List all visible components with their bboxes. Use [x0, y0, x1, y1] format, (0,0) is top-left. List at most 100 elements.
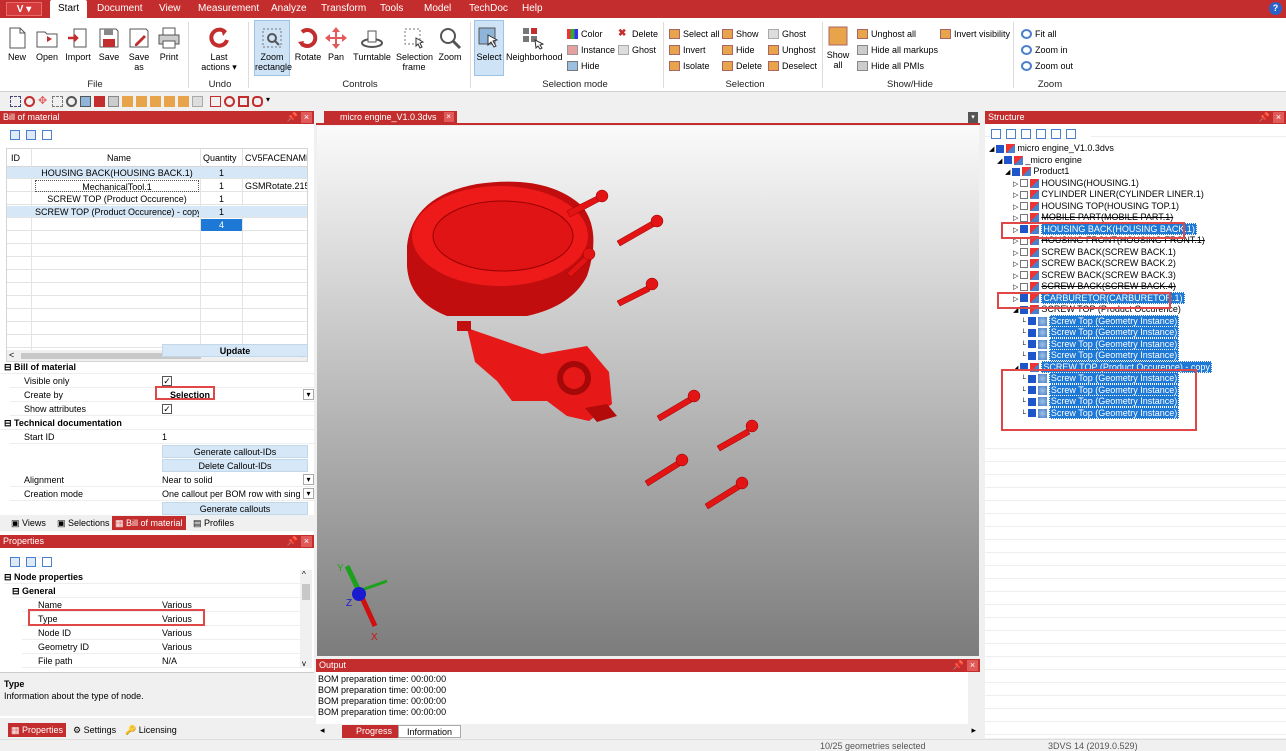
print-button[interactable]: Print: [156, 26, 182, 62]
expand-toggle-icon[interactable]: ◢: [1005, 169, 1012, 176]
pan-button[interactable]: Pan: [324, 26, 348, 62]
tree-item[interactable]: └ Screw Top (Geometry Instance): [1021, 326, 1180, 338]
tree-item[interactable]: └ Screw Top (Geometry Instance): [1021, 337, 1180, 350]
isolate-button[interactable]: Isolate: [669, 60, 710, 72]
expand-toggle-icon[interactable]: ▷: [1013, 181, 1020, 188]
close-icon[interactable]: ×: [967, 660, 978, 671]
visibility-checkbox[interactable]: [1027, 351, 1036, 360]
filter-icon[interactable]: [1066, 129, 1076, 139]
show-attributes-checkbox[interactable]: ✓: [162, 404, 172, 414]
section-node-properties[interactable]: ⊟ Node properties: [4, 570, 300, 584]
tab-settings[interactable]: ⚙ Settings: [70, 723, 119, 737]
visibility-checkbox[interactable]: [1027, 340, 1036, 349]
tab-views[interactable]: ▣ Views: [8, 516, 49, 530]
tree-view-icon[interactable]: [1051, 129, 1061, 139]
table-row[interactable]: SCREW TOP (Product Occurence) 1: [7, 193, 307, 205]
pin-icon[interactable]: 📌: [1259, 111, 1270, 124]
last-actions-button[interactable]: Last actions ▾: [196, 26, 242, 72]
table-icon[interactable]: [42, 130, 52, 140]
expand-toggle-icon[interactable]: ▷: [1013, 250, 1020, 257]
tab-scroll-left-icon[interactable]: ◂: [320, 725, 325, 736]
show-button[interactable]: Show: [722, 28, 759, 40]
rotate-button[interactable]: Rotate: [294, 26, 322, 62]
tree-item[interactable]: ▷ CYLINDER LINER(CYLINDER LINER.1): [1013, 189, 1204, 200]
expand-toggle-icon[interactable]: ▷: [1013, 261, 1020, 268]
vertical-scrollbar[interactable]: ^ v: [300, 570, 312, 668]
tree-item[interactable]: └ Screw Top (Geometry Instance): [1021, 314, 1180, 327]
tab-selections[interactable]: ▣ Selections: [54, 516, 113, 530]
carburetor-part[interactable]: [457, 321, 617, 422]
tree-item[interactable]: └ Screw Top (Geometry Instance): [1021, 349, 1180, 361]
collapse-icon[interactable]: [1036, 129, 1046, 139]
col-header-id[interactable]: ID: [11, 152, 20, 164]
update-button[interactable]: Update: [162, 344, 308, 357]
visibility-checkbox[interactable]: [1020, 190, 1029, 199]
delete-button[interactable]: Delete: [722, 60, 762, 72]
alignment-select[interactable]: Near to solid: [162, 473, 213, 487]
rectangle-icon[interactable]: [238, 96, 249, 107]
table-row[interactable]: MechanicalTool.1 1 GSMRotate.2150: [7, 180, 307, 192]
visibility-checkbox[interactable]: [996, 144, 1005, 153]
zoom-out-button[interactable]: Zoom out: [1021, 60, 1073, 72]
menu-transform[interactable]: Transform: [321, 0, 366, 18]
visibility-checkbox[interactable]: [1012, 167, 1021, 176]
menu-analyze[interactable]: Analyze: [271, 0, 307, 18]
menu-help[interactable]: Help: [522, 0, 543, 18]
ghost-icon[interactable]: [192, 96, 203, 107]
table-row[interactable]: SCREW TOP (Product Occurence) - copy 1: [7, 206, 307, 218]
deselect-button[interactable]: Deselect: [768, 60, 817, 72]
vertical-scrollbar[interactable]: [968, 672, 980, 724]
zoom-in-button[interactable]: Zoom in: [1021, 44, 1068, 56]
visible-only-checkbox[interactable]: ✓: [162, 376, 172, 386]
menu-model[interactable]: Model: [424, 0, 451, 18]
start-id-input[interactable]: 1: [162, 430, 167, 444]
visibility-checkbox[interactable]: [1027, 328, 1036, 337]
zoom-rect-icon[interactable]: [10, 96, 21, 107]
chevron-down-icon[interactable]: ▾: [303, 389, 314, 400]
tab-list-icon[interactable]: ▾: [968, 112, 978, 123]
zoom-rectangle-button[interactable]: Zoom rectangle: [254, 20, 292, 76]
collapse-section-icon[interactable]: ⊟: [12, 586, 22, 596]
chevron-down-icon[interactable]: ▾: [303, 474, 314, 485]
visibility-checkbox[interactable]: [1020, 213, 1029, 222]
chevron-down-icon[interactable]: ▾: [303, 488, 314, 499]
section-bom[interactable]: ⊟ Bill of material: [0, 360, 314, 374]
close-icon[interactable]: ×: [301, 536, 312, 547]
delete-callout-ids-button[interactable]: Delete Callout-IDs: [162, 459, 308, 472]
generate-callout-ids-button[interactable]: Generate callout-IDs: [162, 445, 308, 458]
circle-icon[interactable]: [224, 96, 235, 107]
menu-techdoc[interactable]: TechDoc: [469, 0, 508, 18]
screw-part[interactable]: [644, 453, 689, 487]
expand-toggle-icon[interactable]: └: [1021, 330, 1028, 337]
expand-toggle-icon[interactable]: ▷: [1013, 238, 1020, 245]
tab-profiles[interactable]: ▤ Profiles: [190, 516, 237, 530]
categorized-icon[interactable]: [10, 557, 20, 567]
generate-callouts-button[interactable]: Generate callouts: [162, 502, 308, 515]
screw-part[interactable]: [656, 389, 701, 422]
expand-toggle-icon[interactable]: ▷: [1013, 215, 1020, 222]
selection-frame-button[interactable]: Selection frame: [396, 26, 433, 72]
collapse-icon[interactable]: [26, 130, 36, 140]
screw-part[interactable]: [616, 214, 664, 247]
expand-toggle-icon[interactable]: └: [1021, 319, 1028, 326]
expand-toggle-icon[interactable]: ▷: [1013, 273, 1020, 280]
tree-item[interactable]: ▷ SCREW BACK(SCREW BACK.2): [1013, 258, 1176, 269]
prop-file-path-row[interactable]: File path N/A: [22, 654, 300, 668]
housing-back-part[interactable]: [407, 181, 594, 316]
scroll-down-icon[interactable]: v: [302, 659, 306, 668]
tab-licensing[interactable]: 🔑 Licensing: [122, 723, 180, 737]
expand-toggle-icon[interactable]: └: [1021, 353, 1028, 360]
hide-button[interactable]: Hide: [722, 44, 755, 56]
visibility-checkbox[interactable]: [1020, 202, 1029, 211]
collapse-section-icon[interactable]: ⊟: [4, 572, 14, 582]
tree-item[interactable]: ▷ SCREW BACK(SCREW BACK.1): [1013, 247, 1176, 258]
expand-toggle-icon[interactable]: ◢: [997, 158, 1004, 165]
ghost-select-button[interactable]: Ghost: [618, 44, 656, 56]
visibility-checkbox[interactable]: [1020, 259, 1029, 268]
expand-all-icon[interactable]: [991, 129, 1001, 139]
screw-part[interactable]: [716, 419, 759, 452]
visibility-checkbox[interactable]: [1020, 248, 1029, 257]
scroll-up-icon[interactable]: ^: [302, 570, 306, 579]
shape-icon[interactable]: [252, 96, 263, 107]
toolbar-overflow-icon[interactable]: ▾: [266, 96, 277, 107]
